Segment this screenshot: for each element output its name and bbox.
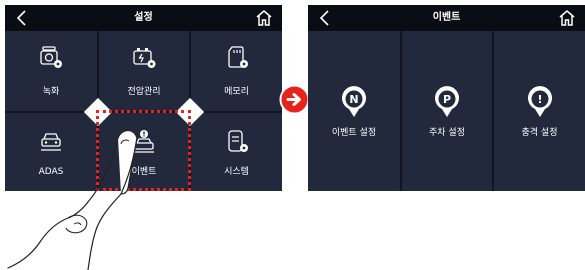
home-icon[interactable] <box>557 8 577 28</box>
battery-gear-icon <box>133 48 156 68</box>
tile-label: 이벤트 설정 <box>331 128 377 138</box>
tile-label: 메모리 <box>224 87 249 97</box>
tile-label: 충격 설정 <box>521 128 558 138</box>
tile-label: 주차 설정 <box>429 128 465 138</box>
tile-impact-settings[interactable]: ! 충격 설정 <box>494 31 585 191</box>
pointing-hand <box>7 129 138 270</box>
camera-gear-icon <box>40 46 62 68</box>
tile-memory[interactable]: 메모리 <box>191 31 282 111</box>
arrow-right-circle-icon <box>279 84 310 115</box>
tile-voltage[interactable]: 전압관리 <box>99 31 189 111</box>
screen-title: 이벤트 <box>432 12 461 23</box>
pin-alert-icon: ! <box>527 86 552 117</box>
event-screen: 이벤트 N 이벤트 설정 P 주차 설정 ! 충격 설정 <box>308 5 585 191</box>
grid-divider <box>400 31 402 191</box>
device-gear-icon <box>227 130 248 152</box>
tile-event-settings[interactable]: N 이벤트 설정 <box>308 31 400 191</box>
screen-title: 설정 <box>134 12 153 23</box>
pin-badge: P <box>443 93 451 106</box>
memory-card-gear-icon <box>227 46 248 68</box>
pin-n-icon: N <box>342 86 366 117</box>
top-bar: 설정 <box>5 5 282 31</box>
pin-badge: ! <box>537 93 542 106</box>
pin-badge: N <box>349 93 358 106</box>
tile-label: 녹화 <box>42 87 60 97</box>
pin-p-icon: P <box>435 86 459 117</box>
grid-divider <box>492 31 494 191</box>
tile-system[interactable]: 시스템 <box>191 113 282 191</box>
tile-label: 전압관리 <box>127 87 161 97</box>
top-bar: 이벤트 <box>308 5 585 31</box>
tile-recording[interactable]: 녹화 <box>5 31 97 111</box>
tile-parking-settings[interactable]: P 주차 설정 <box>402 31 492 191</box>
home-icon[interactable] <box>254 8 274 28</box>
tile-label: 시스템 <box>224 167 249 177</box>
